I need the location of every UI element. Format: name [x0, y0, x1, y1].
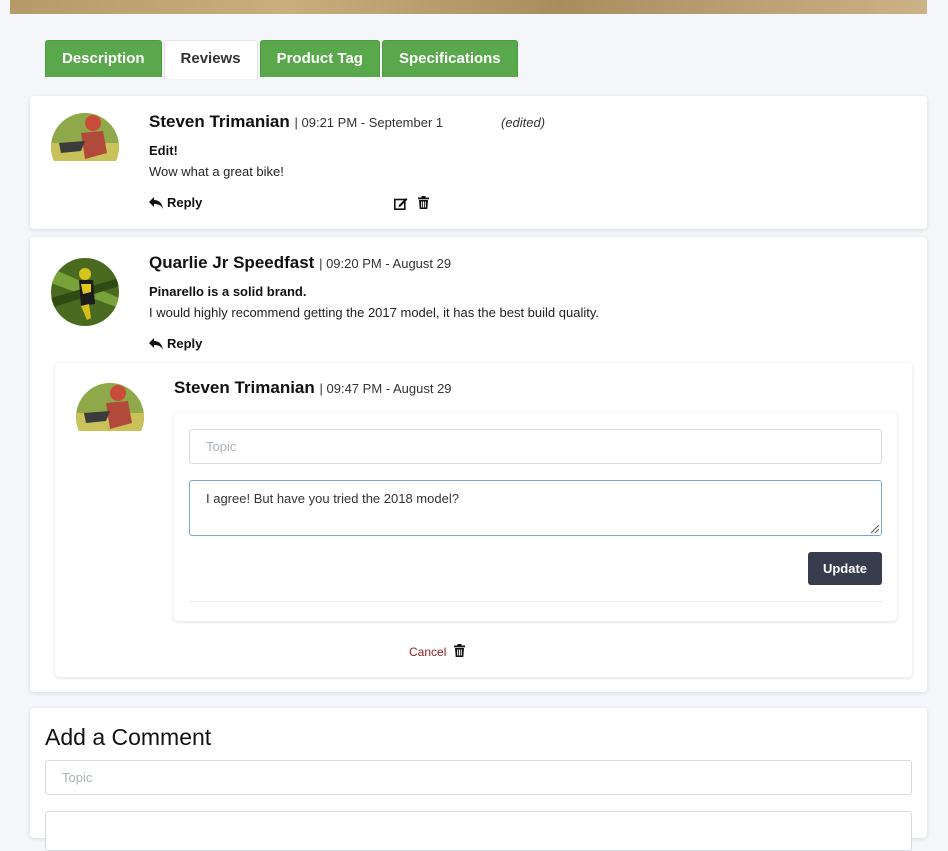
cancel-button[interactable]: Cancel — [409, 645, 446, 659]
topic-input[interactable]: Topic — [189, 429, 882, 464]
edited-label: (edited) — [501, 115, 546, 130]
reply-author: Steven Trimanian | 09:47 PM - August 29 — [174, 378, 452, 398]
product-image-strip — [10, 0, 927, 14]
comment-body-textarea[interactable] — [45, 811, 912, 851]
trash-icon[interactable] — [454, 644, 465, 662]
reply-button[interactable]: Reply — [149, 336, 202, 351]
reply-body-textarea[interactable]: I agree! But have you tried the 2018 mod… — [189, 480, 882, 536]
product-tabs: Description Reviews Product Tag Specific… — [45, 40, 520, 79]
edit-reply-form: Topic I agree! But have you tried the 20… — [174, 413, 897, 621]
topic-placeholder: Topic — [62, 770, 93, 785]
topic-placeholder: Topic — [206, 439, 237, 454]
author-name: Steven Trimanian — [149, 112, 290, 131]
reply-label: Reply — [167, 336, 203, 351]
tab-reviews[interactable]: Reviews — [163, 40, 258, 79]
add-comment-title: Add a Comment — [45, 724, 212, 750]
tab-specifications[interactable]: Specifications — [381, 40, 518, 77]
reply-timestamp: | 09:47 PM - August 29 — [319, 381, 452, 396]
review-card: Quarlie Jr Speedfast | 09:20 PM - August… — [30, 237, 927, 692]
reply-arrow-icon — [149, 337, 163, 350]
avatar — [51, 258, 119, 326]
reply-label: Reply — [167, 195, 203, 210]
reply-card: Steven Trimanian | 09:47 PM - August 29 … — [55, 363, 912, 677]
avatar — [51, 113, 119, 181]
review-topic: Edit! — [149, 143, 178, 158]
author-name: Steven Trimanian — [174, 378, 315, 397]
tab-description[interactable]: Description — [45, 40, 162, 77]
review-timestamp: | 09:20 PM - August 29 — [319, 256, 452, 271]
add-comment-card: Add a Comment Topic — [30, 708, 927, 851]
review-author: Quarlie Jr Speedfast | 09:20 PM - August… — [149, 253, 451, 273]
update-button[interactable]: Update — [808, 552, 882, 585]
review-card: Steven Trimanian | 09:21 PM - September … — [30, 96, 927, 229]
comment-topic-input[interactable]: Topic — [45, 760, 912, 795]
review-body: Wow what a great bike! — [149, 164, 284, 179]
tab-product-tag[interactable]: Product Tag — [259, 40, 380, 77]
divider — [189, 601, 882, 602]
trash-icon[interactable] — [418, 196, 429, 214]
reply-button[interactable]: Reply — [149, 195, 202, 210]
review-body: I would highly recommend getting the 201… — [149, 305, 599, 320]
edit-icon[interactable] — [394, 197, 408, 215]
reply-arrow-icon — [149, 196, 163, 209]
author-name: Quarlie Jr Speedfast — [149, 253, 315, 272]
review-topic: Pinarello is a solid brand. — [149, 284, 307, 299]
review-author: Steven Trimanian | 09:21 PM - September … — [149, 112, 443, 132]
reply-body-value: I agree! But have you tried the 2018 mod… — [206, 491, 459, 506]
resize-handle-icon[interactable] — [871, 525, 879, 533]
avatar — [76, 383, 144, 451]
review-timestamp: | 09:21 PM - September 1 — [294, 115, 444, 130]
